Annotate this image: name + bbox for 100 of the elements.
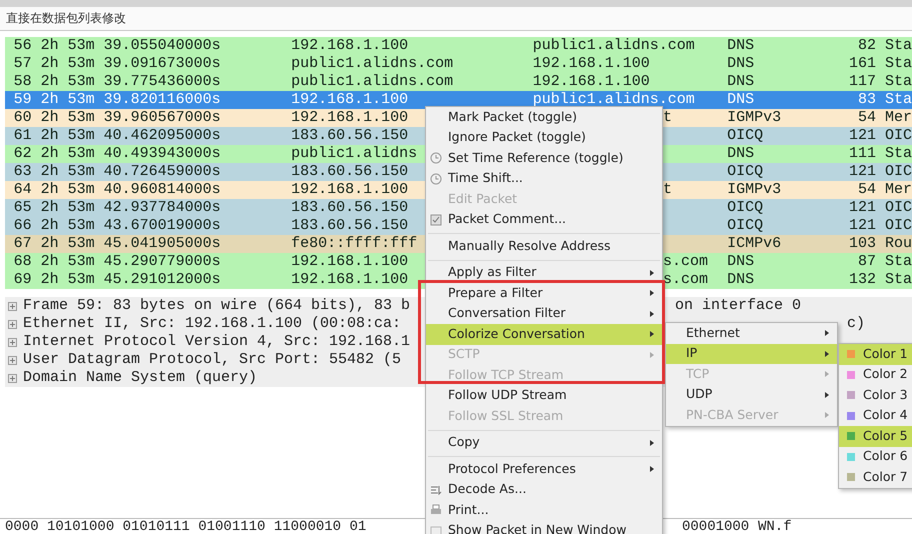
packet-number: 60 bbox=[12, 109, 32, 127]
packet-number: 57 bbox=[12, 55, 32, 73]
packet-destination: t bbox=[663, 181, 672, 199]
packet-source: 183.60.56.150 bbox=[291, 127, 408, 144]
packet-source: 192.168.1.100 bbox=[291, 271, 408, 288]
packet-protocol: OICQ bbox=[727, 127, 764, 145]
packet-info: OIC bbox=[884, 217, 912, 235]
packet-number: 63 bbox=[12, 163, 32, 181]
packet-destination: s.com bbox=[663, 271, 708, 289]
packet-time: 2h 53m 40.462095000s bbox=[40, 127, 222, 145]
packet-time: 2h 53m 45.041905000s bbox=[40, 235, 222, 253]
color-label: Color 2 bbox=[863, 365, 908, 384]
filter-label: 直接在数据包列表修改 bbox=[6, 11, 126, 25]
packet-info: Sta bbox=[884, 253, 912, 271]
packet-time: 2h 53m 40.493943000s bbox=[40, 145, 222, 163]
packet-protocol: DNS bbox=[727, 145, 756, 163]
packet-source: 183.60.56.150 bbox=[291, 163, 408, 180]
packet-number: 67 bbox=[12, 235, 32, 253]
packet-length: 121 bbox=[848, 127, 876, 145]
packet-protocol: OICQ bbox=[727, 217, 764, 235]
packet-source: public1.alidns bbox=[291, 145, 418, 162]
packet-source: 192.168.1.100 bbox=[291, 109, 408, 126]
packet-info: OIC bbox=[884, 199, 912, 217]
packet-destination: s.com bbox=[663, 253, 708, 271]
packet-protocol: IGMPv3 bbox=[727, 109, 782, 127]
color-label: Color 1 bbox=[863, 344, 908, 363]
packet-number: 66 bbox=[12, 217, 32, 235]
packet-info: Sta bbox=[884, 37, 912, 55]
packet-source: 183.60.56.150 bbox=[291, 199, 408, 216]
packet-protocol: OICQ bbox=[727, 199, 764, 217]
packet-length: 111 bbox=[848, 145, 876, 163]
packet-number: 61 bbox=[12, 127, 32, 145]
packet-time: 2h 53m 45.291012000s bbox=[40, 271, 222, 289]
packet-source: public1.alidns.com bbox=[291, 73, 454, 90]
packet-destination: public1.alidns.com bbox=[532, 37, 695, 54]
packet-source: fe80::ffff:fff bbox=[291, 235, 418, 252]
packet-info: Mer bbox=[884, 109, 912, 127]
packet-protocol: OICQ bbox=[727, 163, 764, 181]
packet-protocol: DNS bbox=[727, 253, 756, 271]
packet-length: 83 bbox=[856, 91, 876, 109]
packet-info: Rou bbox=[884, 235, 912, 253]
packet-number: 68 bbox=[12, 253, 32, 271]
packet-length: 82 bbox=[856, 37, 876, 55]
packet-source: public1.alidns.com bbox=[291, 55, 454, 72]
color-label: Color 5 bbox=[863, 426, 908, 445]
packet-time: 2h 53m 39.960567000s bbox=[40, 109, 222, 127]
packet-protocol: DNS bbox=[727, 271, 756, 289]
color-label: Color 6 bbox=[863, 447, 908, 466]
packet-info: OIC bbox=[884, 127, 912, 145]
packet-number: 58 bbox=[12, 73, 32, 91]
packet-info: Sta bbox=[884, 55, 912, 73]
color-label: Color 7 bbox=[863, 468, 908, 486]
packet-length: 161 bbox=[848, 55, 876, 73]
packet-info: Sta bbox=[884, 271, 912, 289]
packet-info: Sta bbox=[884, 145, 912, 163]
packet-protocol: IGMPv3 bbox=[727, 181, 782, 199]
packet-time: 2h 53m 39.820116000s bbox=[40, 91, 222, 109]
packet-destination: public1.alidns.com bbox=[532, 91, 695, 108]
packet-time: 2h 53m 45.290779000s bbox=[40, 253, 222, 271]
packet-number: 64 bbox=[12, 181, 32, 199]
packet-info: OIC bbox=[884, 163, 912, 181]
packet-time: 2h 53m 39.775436000s bbox=[40, 73, 222, 91]
packet-number: 65 bbox=[12, 199, 32, 217]
packet-length: 121 bbox=[848, 163, 876, 181]
packet-destination: t bbox=[663, 109, 672, 127]
packet-source: 192.168.1.100 bbox=[291, 181, 408, 198]
packet-length: 117 bbox=[848, 73, 876, 91]
packet-destination: 192.168.1.100 bbox=[532, 73, 650, 90]
packet-protocol: DNS bbox=[727, 55, 756, 73]
packet-length: 54 bbox=[856, 181, 876, 199]
color-label: Color 3 bbox=[863, 386, 908, 404]
packet-length: 103 bbox=[848, 235, 876, 253]
packet-info: Mer bbox=[884, 181, 912, 199]
packet-length: 121 bbox=[848, 199, 876, 217]
packet-number: 69 bbox=[12, 271, 32, 289]
packet-destination: 192.168.1.100 bbox=[532, 55, 650, 72]
packet-source: 192.168.1.100 bbox=[291, 91, 408, 108]
hex-dump-line: 00001000 bbox=[682, 519, 750, 534]
packet-source: 192.168.1.100 bbox=[291, 37, 408, 54]
packet-time: 2h 53m 40.960814000s bbox=[40, 181, 222, 199]
packet-time: 2h 53m 40.726459000s bbox=[40, 163, 222, 181]
packet-source: 192.168.1.100 bbox=[291, 253, 408, 270]
hex-dump-line: 0000 10101000 01010111 01001110 11000010 01 bbox=[5, 519, 366, 534]
packet-time: 2h 53m 43.670019000s bbox=[40, 217, 222, 235]
packet-time: 2h 53m 42.937784000s bbox=[40, 199, 222, 217]
ascii-dump: WN.f bbox=[758, 519, 792, 534]
packet-length: 87 bbox=[856, 253, 876, 271]
packet-info: Sta bbox=[884, 91, 912, 109]
packet-time: 2h 53m 39.091673000s bbox=[40, 55, 222, 73]
packet-number: 62 bbox=[12, 145, 32, 163]
packet-protocol: DNS bbox=[727, 91, 756, 109]
packet-number: 59 bbox=[12, 91, 32, 109]
packet-source: 183.60.56.150 bbox=[291, 217, 408, 234]
packet-protocol: DNS bbox=[727, 37, 756, 55]
packet-protocol: ICMPv6 bbox=[727, 235, 782, 253]
color-label: Color 4 bbox=[863, 406, 908, 424]
packet-info: Sta bbox=[884, 73, 912, 91]
packet-length: 132 bbox=[848, 271, 876, 289]
packet-number: 56 bbox=[12, 37, 32, 55]
packet-length: 54 bbox=[856, 109, 876, 127]
